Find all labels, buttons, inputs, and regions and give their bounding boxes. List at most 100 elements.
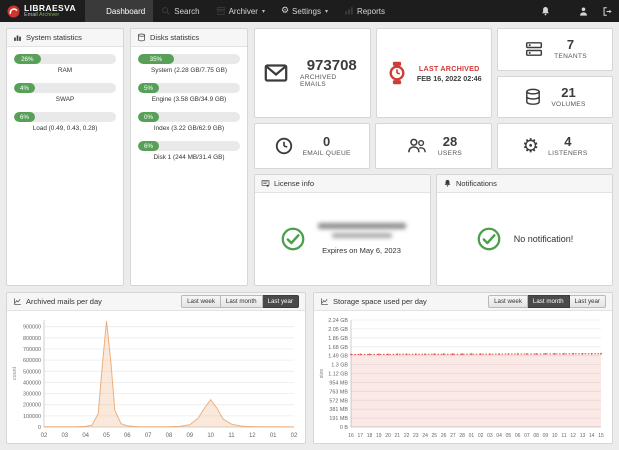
last-week-button[interactable]: Last week bbox=[181, 295, 221, 308]
svg-text:01: 01 bbox=[270, 433, 277, 439]
card-title: License info bbox=[274, 179, 315, 188]
email-queue-card: 0 EMAIL QUEUE bbox=[254, 123, 371, 169]
nav-item-search[interactable]: Search bbox=[153, 0, 207, 22]
svg-text:600000: 600000 bbox=[23, 358, 41, 364]
bell-icon bbox=[443, 179, 452, 188]
svg-text:200000: 200000 bbox=[23, 403, 41, 409]
disks-statistics-header: Disks statistics bbox=[131, 29, 247, 47]
stat-text: 21 VOLUMES bbox=[551, 86, 585, 108]
storage-space-chart-card: Storage space used per day Last week Las… bbox=[313, 292, 613, 444]
svg-text:25: 25 bbox=[432, 433, 438, 439]
svg-text:06: 06 bbox=[515, 433, 521, 439]
volumes-count: 21 bbox=[561, 84, 576, 100]
notifications-bell-button[interactable] bbox=[533, 0, 557, 22]
system-statistics-header: System statistics bbox=[7, 29, 123, 47]
svg-text:23: 23 bbox=[413, 433, 419, 439]
last-month-button[interactable]: Last month bbox=[220, 295, 263, 308]
server-stack-icon bbox=[523, 40, 545, 58]
progress-bar: 6% bbox=[14, 112, 116, 122]
archiver-icon bbox=[216, 6, 226, 16]
chart-title: Storage space used per day bbox=[333, 297, 427, 306]
archived-mails-chart: 0 100000 200000 300000 400000 500000 600000 700… bbox=[7, 311, 305, 443]
license-expiry: Expires on May 6, 2023 bbox=[322, 246, 401, 255]
svg-text:05: 05 bbox=[103, 433, 110, 439]
svg-text:1.3 GB: 1.3 GB bbox=[331, 363, 348, 369]
svg-text:500000: 500000 bbox=[23, 369, 41, 375]
ram-usage: 26% RAM bbox=[7, 47, 123, 74]
last-year-button[interactable]: Last year bbox=[569, 295, 606, 308]
nav-right-actions bbox=[533, 0, 619, 22]
brand[interactable]: LIBRAESVA Email Archiver bbox=[0, 0, 85, 22]
stat-text: 973708 ARCHIVED EMAILS bbox=[300, 56, 364, 89]
svg-text:191 MB: 191 MB bbox=[329, 416, 348, 422]
nav-item-settings[interactable]: ⚙ Settings ▾ bbox=[273, 0, 336, 22]
archived-mails-chart-card: Archived mails per day Last week Last mo… bbox=[6, 292, 306, 444]
nav-item-archiver[interactable]: Archiver ▾ bbox=[208, 0, 273, 22]
storage-space-chart-header: Storage space used per day Last week Las… bbox=[314, 293, 612, 311]
progress-fill: 4% bbox=[14, 83, 35, 93]
svg-text:17: 17 bbox=[358, 433, 364, 439]
svg-text:2.24 GB: 2.24 GB bbox=[328, 318, 348, 324]
archived-emails-count: 973708 bbox=[306, 56, 357, 74]
envelope-icon bbox=[261, 61, 291, 85]
svg-text:0 B: 0 B bbox=[340, 425, 348, 431]
svg-text:10: 10 bbox=[552, 433, 558, 439]
logout-icon bbox=[602, 6, 613, 17]
progress-bar: 26% bbox=[14, 54, 116, 64]
disk-system-usage: 35% System (2.28 GB/7.75 GB) bbox=[131, 47, 247, 74]
logout-button[interactable] bbox=[595, 0, 619, 22]
watch-icon bbox=[386, 60, 408, 86]
svg-text:13: 13 bbox=[580, 433, 586, 439]
progress-fill: 6% bbox=[138, 141, 159, 151]
svg-text:03: 03 bbox=[487, 433, 493, 439]
svg-text:1.86 GB: 1.86 GB bbox=[328, 336, 348, 342]
svg-text:09: 09 bbox=[186, 433, 193, 439]
progress-label: RAM bbox=[57, 67, 73, 74]
progress-bar: 4% bbox=[14, 83, 116, 93]
card-title: System statistics bbox=[26, 33, 82, 42]
svg-text:28: 28 bbox=[459, 433, 465, 439]
nav-item-reports[interactable]: Reports bbox=[336, 0, 393, 22]
last-week-button[interactable]: Last week bbox=[488, 295, 528, 308]
progress-bar: 5% bbox=[138, 83, 240, 93]
system-statistics-body: 26% RAM 4% SWAP 6% Load (0.49, 0.43, 0.2… bbox=[7, 47, 123, 134]
last-month-button[interactable]: Last month bbox=[527, 295, 570, 308]
svg-text:100000: 100000 bbox=[23, 414, 41, 420]
stats-section: System statistics 26% RAM 4% SWAP 6% Loa… bbox=[6, 28, 613, 286]
svg-text:01: 01 bbox=[469, 433, 475, 439]
svg-text:02: 02 bbox=[478, 433, 484, 439]
users-label: USERS bbox=[437, 149, 463, 157]
reports-icon bbox=[344, 6, 354, 16]
email-queue-count: 0 bbox=[323, 134, 331, 150]
line-chart-icon bbox=[320, 297, 329, 306]
email-queue-label: EMAIL QUEUE bbox=[302, 149, 351, 157]
stat-cards-row-2: 0 EMAIL QUEUE 28 USERS ⚙ 4 LISTENERS bbox=[254, 123, 613, 169]
progress-fill: 5% bbox=[138, 83, 159, 93]
users-count: 28 bbox=[442, 134, 458, 150]
last-year-button[interactable]: Last year bbox=[262, 295, 299, 308]
listeners-count: 4 bbox=[564, 134, 572, 150]
notifications-message: No notification! bbox=[513, 234, 574, 244]
svg-text:09: 09 bbox=[543, 433, 549, 439]
stat-cards-row-1: 973708 ARCHIVED EMAILS LAST ARCHIVED FEB… bbox=[254, 28, 613, 118]
tenants-count: 7 bbox=[566, 37, 575, 53]
svg-text:07: 07 bbox=[145, 433, 152, 439]
stat-text: 4 LISTENERS bbox=[548, 135, 587, 157]
volumes-card: 21 VOLUMES bbox=[497, 75, 613, 118]
progress-fill: 35% bbox=[138, 54, 174, 64]
archived-emails-label: ARCHIVED EMAILS bbox=[300, 74, 337, 89]
nav-item-dashboard[interactable]: Dashboard bbox=[85, 0, 154, 22]
svg-text:572 MB: 572 MB bbox=[329, 398, 348, 404]
disk-icon bbox=[137, 33, 146, 42]
storage-space-chart: 0 B 191 MB 381 MB 572 MB 763 MB 954 MB 1.12 GB… bbox=[314, 311, 612, 443]
license-info-body: Expires on May 6, 2023 bbox=[255, 193, 430, 285]
progress-fill: 26% bbox=[14, 54, 41, 64]
user-menu-button[interactable] bbox=[571, 0, 595, 22]
svg-text:count: count bbox=[12, 366, 18, 380]
svg-text:27: 27 bbox=[450, 433, 456, 439]
disk-index-usage: 0% Index (3.22 GB/62.9 GB) bbox=[131, 105, 247, 132]
users-card: 28 USERS bbox=[375, 123, 492, 169]
progress-bar: 35% bbox=[138, 54, 240, 64]
notifications-body: No notification! bbox=[437, 193, 612, 285]
progress-label: System (2.28 GB/7.75 GB) bbox=[150, 67, 227, 74]
